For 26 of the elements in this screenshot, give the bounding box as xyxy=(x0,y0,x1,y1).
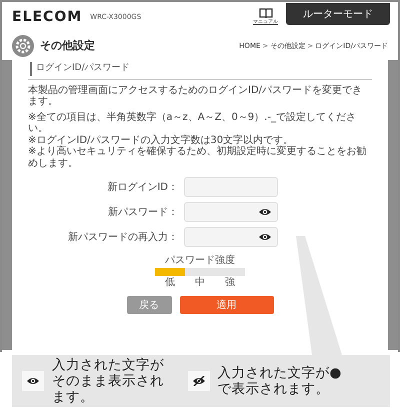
input-field[interactable] xyxy=(184,177,278,197)
field-label: 新ログインID： xyxy=(106,180,178,194)
strength-step: 中 xyxy=(195,277,205,288)
callout-text: 入力された文字がそのまま表示されます。 xyxy=(52,356,165,406)
description: 本製品の管理画面にアクセスするためのログインID/パスワードを変更できます。 xyxy=(28,84,364,108)
strength-step: 強 xyxy=(225,277,235,288)
password-field[interactable] xyxy=(184,227,278,247)
password-field[interactable] xyxy=(184,202,278,222)
callout-text: 入力された文字が●で表示されます。 xyxy=(218,364,342,398)
strength-label: パスワード強度 xyxy=(164,255,236,266)
gear-icon xyxy=(12,35,34,57)
section-title: ログインID/パスワード xyxy=(30,62,372,76)
logo: ELECOM xyxy=(12,8,82,26)
field-label: 新パスワード： xyxy=(107,206,178,220)
eye-icon xyxy=(258,207,272,217)
note-text: ※ログインID/パスワードの入力文字数は30文字以内です。 xyxy=(28,134,294,146)
page-title: その他設定 xyxy=(40,38,95,54)
note-text: ※より高いセキュリティを確保するため、初期設定時に変更することをお勧めします。 xyxy=(28,146,368,169)
field-label: 新パスワードの再入力： xyxy=(67,230,178,244)
strength-step: 低 xyxy=(165,277,175,288)
mode-tab[interactable]: ルーターモード xyxy=(286,3,390,25)
eye-icon xyxy=(258,232,272,242)
book-icon xyxy=(258,8,272,19)
note-text: ※全ての項目は、半角英数字（a～z、A～Z、0～9）.-_で設定してください。 xyxy=(28,112,357,134)
eye-icon xyxy=(26,376,40,386)
eye-slash-icon xyxy=(192,376,206,386)
